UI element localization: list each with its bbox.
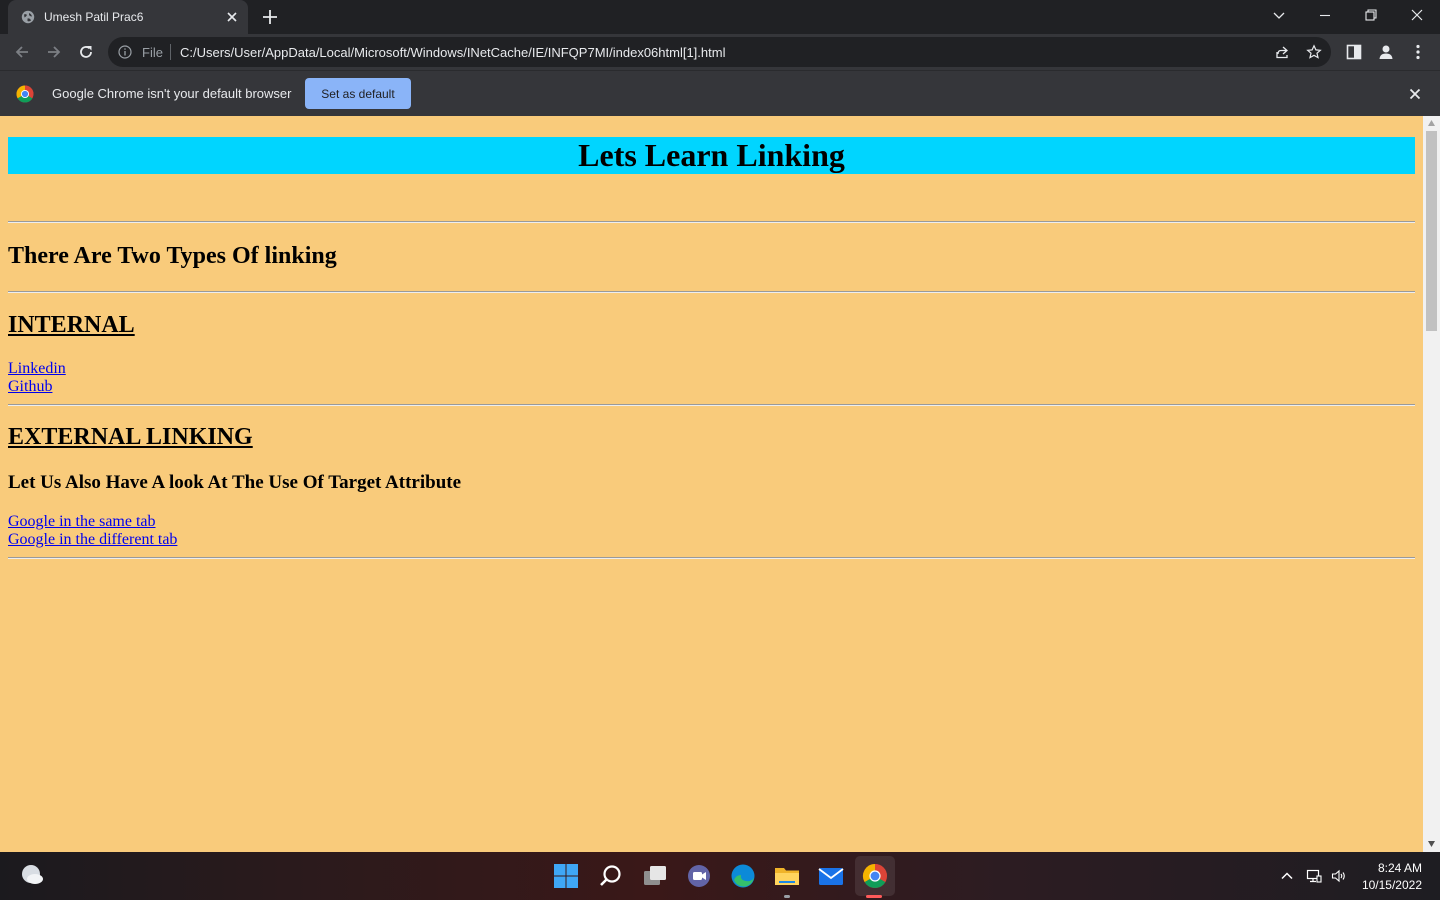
divider (8, 221, 1415, 223)
url-text[interactable]: C:/Users/User/AppData/Local/Microsoft/Wi… (180, 45, 725, 60)
tab-search-chevron-icon[interactable] (1270, 6, 1288, 24)
edge-icon[interactable] (729, 862, 757, 890)
windows-taskbar: 8:24 AM 10/15/2022 (0, 852, 1440, 900)
github-link[interactable]: Github (8, 378, 52, 396)
bookmark-star-icon[interactable] (1306, 44, 1322, 60)
internal-heading: INTERNAL (8, 312, 135, 338)
profile-icon[interactable] (1376, 42, 1396, 62)
forward-arrow-icon[interactable] (44, 42, 64, 62)
file-explorer-icon[interactable] (773, 862, 801, 890)
scrollbar-thumb[interactable] (1426, 131, 1437, 331)
url-separator (170, 44, 171, 60)
tab-title: Umesh Patil Prac6 (44, 10, 144, 24)
default-browser-infobar: Google Chrome isn't your default browser… (0, 70, 1440, 116)
chrome-active-indicator (866, 895, 882, 898)
tab-strip: Umesh Patil Prac6 (0, 0, 1440, 34)
start-icon[interactable] (552, 862, 580, 890)
browser-toolbar: File C:/Users/User/AppData/Local/Microso… (0, 34, 1440, 70)
mail-icon[interactable] (817, 862, 845, 890)
url-scheme-label: File (142, 45, 163, 60)
explorer-running-indicator (784, 895, 790, 898)
chrome-logo-icon (16, 85, 34, 103)
page-viewport: Lets Learn Linking There Are Two Types O… (0, 116, 1423, 852)
divider (8, 291, 1415, 293)
side-panel-icon[interactable] (1344, 42, 1364, 62)
tab-close-icon[interactable] (224, 9, 240, 25)
divider (8, 404, 1415, 406)
back-arrow-icon[interactable] (12, 42, 32, 62)
external-linking-heading: EXTERNAL LINKING (8, 424, 253, 450)
restore-icon[interactable] (1362, 6, 1380, 24)
chevron-up-icon[interactable] (1279, 868, 1295, 884)
scroll-up-arrow-icon[interactable] (1427, 119, 1436, 127)
weather-icon[interactable] (19, 862, 47, 890)
search-icon[interactable] (597, 862, 625, 890)
browser-tab[interactable]: Umesh Patil Prac6 (8, 0, 248, 34)
site-info-icon[interactable] (118, 45, 132, 59)
google-different-tab-link[interactable]: Google in the different tab (8, 531, 177, 549)
types-of-linking-heading: There Are Two Types Of linking (8, 243, 337, 269)
new-tab-icon[interactable] (261, 8, 279, 26)
menu-kebab-icon[interactable] (1408, 42, 1428, 62)
chrome-icon[interactable] (861, 862, 889, 890)
page-title-banner: Lets Learn Linking (8, 137, 1415, 174)
divider (8, 557, 1415, 559)
reload-icon[interactable] (76, 42, 96, 62)
minimize-icon[interactable] (1316, 6, 1334, 24)
taskbar-clock-date[interactable]: 10/15/2022 (1356, 878, 1422, 892)
google-same-tab-link[interactable]: Google in the same tab (8, 513, 156, 531)
share-icon[interactable] (1274, 44, 1290, 60)
close-window-icon[interactable] (1408, 6, 1426, 24)
network-icon[interactable] (1306, 868, 1322, 884)
chat-icon[interactable] (685, 862, 713, 890)
target-attribute-heading: Let Us Also Have A look At The Use Of Ta… (8, 472, 462, 493)
task-view-icon[interactable] (641, 862, 669, 890)
taskbar-clock-time[interactable]: 8:24 AM (1360, 861, 1422, 875)
volume-icon[interactable] (1331, 868, 1347, 884)
infobar-close-icon[interactable] (1407, 86, 1423, 102)
set-as-default-button[interactable]: Set as default (305, 78, 411, 109)
address-bar[interactable]: File C:/Users/User/AppData/Local/Microso… (108, 37, 1331, 67)
vertical-scrollbar[interactable] (1423, 116, 1440, 852)
linkedin-link[interactable]: Linkedin (8, 360, 66, 378)
infobar-message: Google Chrome isn't your default browser (52, 86, 292, 101)
scroll-down-arrow-icon[interactable] (1427, 840, 1436, 848)
globe-icon (21, 10, 35, 24)
